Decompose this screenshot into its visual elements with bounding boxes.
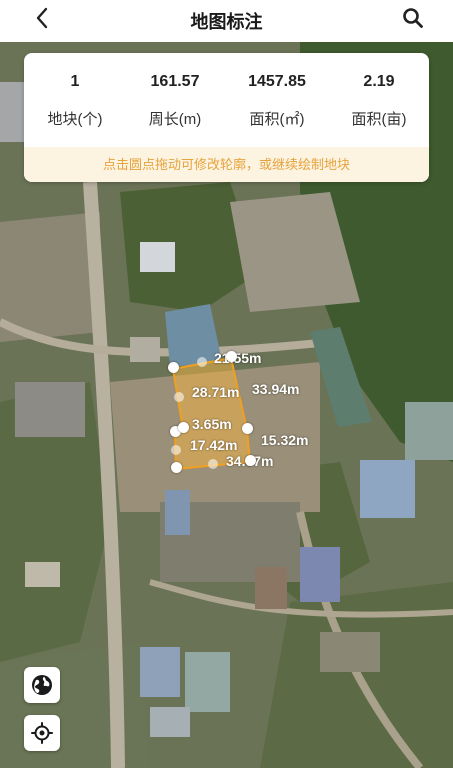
vertex-handle[interactable]: [178, 422, 189, 433]
map-layer-button[interactable]: [24, 667, 60, 703]
edge-length-label: 17.42m: [190, 437, 238, 453]
stat-label: 周长(m): [148, 111, 202, 128]
stat-label: 地块(个): [47, 111, 103, 128]
stat-label: 面积(亩): [351, 111, 407, 128]
search-button[interactable]: [399, 4, 427, 32]
midpoint-handle[interactable]: [174, 392, 184, 402]
vertex-handle[interactable]: [226, 351, 237, 362]
vertex-handle[interactable]: [168, 362, 179, 373]
stat-value: 161.57: [150, 73, 200, 90]
page-title: 地图标注: [190, 12, 263, 32]
globe-icon: [32, 675, 52, 695]
top-bar: 地图标注: [0, 0, 453, 42]
midpoint-handle[interactable]: [171, 445, 181, 455]
midpoint-handle[interactable]: [208, 459, 218, 469]
stat-value: 1457.85: [248, 73, 306, 90]
stats-row: 1 地块(个) 161.57 周长(m) 1457.85 面积(㎡) 2.19 …: [24, 53, 429, 147]
vertex-handle[interactable]: [171, 462, 182, 473]
vertex-handle[interactable]: [242, 423, 253, 434]
edge-length-label: 28.71m: [192, 384, 240, 400]
stat-label: 面积(㎡): [249, 111, 305, 128]
stats-panel: 1 地块(个) 161.57 周长(m) 1457.85 面积(㎡) 2.19 …: [24, 53, 429, 182]
locate-button[interactable]: [24, 715, 60, 751]
stat-value: 2.19: [363, 73, 395, 90]
edge-length-label: 33.94m: [252, 381, 300, 397]
edge-length-label: 15.32m: [261, 432, 309, 448]
stat-value: 1: [70, 73, 80, 90]
search-icon: [403, 8, 423, 28]
locate-icon: [31, 722, 53, 744]
edge-length-label: 3.65m: [192, 416, 232, 432]
edge-length-label: 21.55m: [214, 350, 262, 366]
midpoint-handle[interactable]: [197, 357, 207, 367]
hint-banner: 点击圆点拖动可修改轮廓，或继续绘制地块: [24, 147, 429, 182]
vertex-handle[interactable]: [245, 455, 256, 466]
